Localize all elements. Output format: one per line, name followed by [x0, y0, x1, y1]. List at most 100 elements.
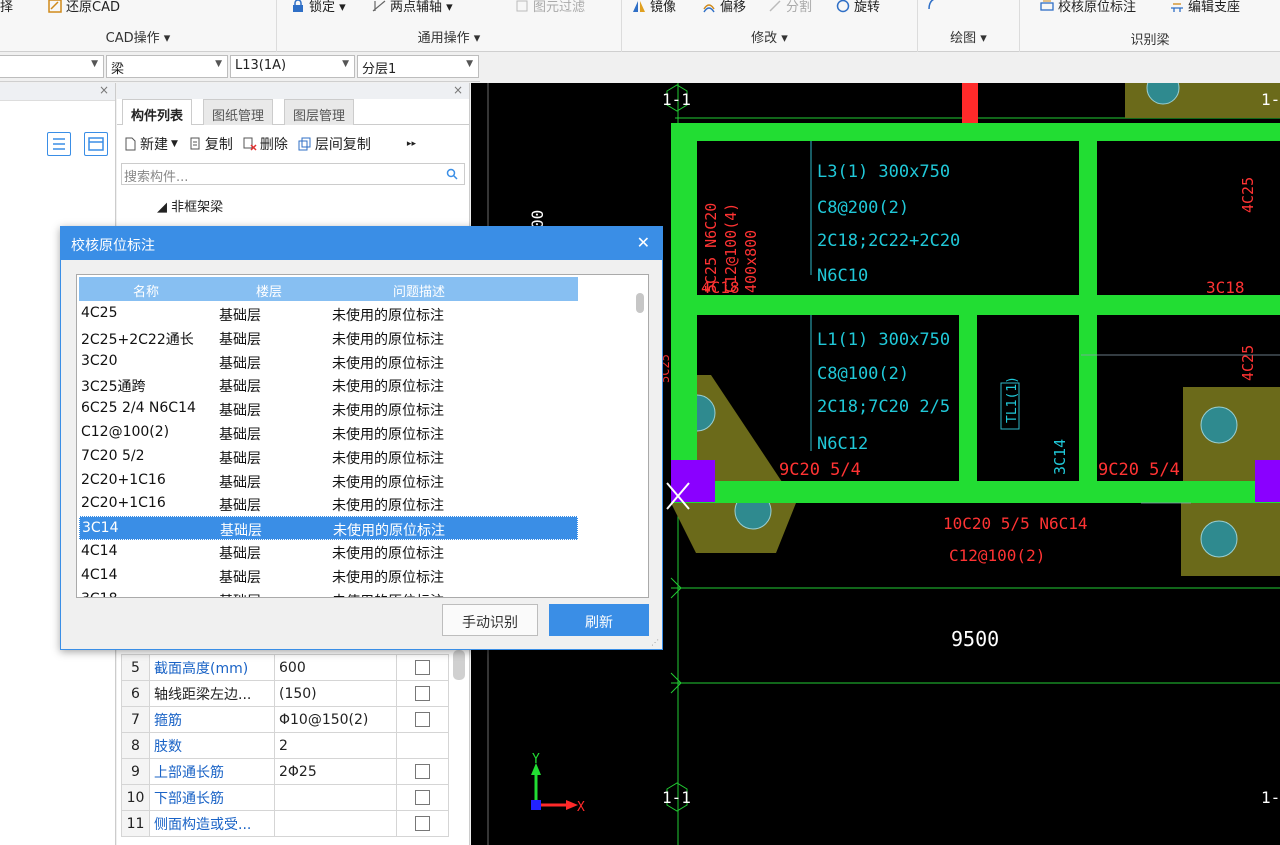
list-item-name: 4C25 — [81, 305, 118, 321]
element-filter-button[interactable]: 图元过滤 — [515, 0, 585, 15]
list-item-name: C12@100(2) — [81, 424, 170, 440]
list-item[interactable]: 3C20 基础层 未使用的原位标注 — [79, 350, 578, 374]
prop-value[interactable]: Φ10@150(2) — [274, 706, 397, 733]
prop-value[interactable]: (150) — [274, 680, 397, 707]
search-input[interactable]: 搜索构件... — [121, 163, 465, 185]
table-row: 6 轴线距梁左边... (150) — [121, 680, 449, 707]
delete-button[interactable]: 删除 — [243, 134, 288, 154]
more-icon[interactable]: ▸▸ — [407, 139, 416, 149]
label-9c20-right: 9C20 5/4 — [1098, 460, 1180, 480]
close-icon[interactable]: ✕ — [637, 233, 650, 252]
list-scrollbar[interactable] — [636, 293, 644, 313]
prop-value[interactable]: 2Φ25 — [274, 758, 397, 785]
delete-icon — [243, 137, 257, 151]
chevron-down-icon: ▼ — [171, 139, 178, 149]
manual-identify-button[interactable]: 手动识别 — [442, 604, 538, 636]
select-button[interactable]: 择 — [0, 0, 13, 15]
list-item-floor: 基础层 — [219, 308, 261, 324]
split-icon — [769, 0, 781, 12]
restore-cad-button[interactable]: 还原CAD — [48, 0, 120, 15]
panel-tabs: 构件列表 图纸管理 图层管理 — [117, 99, 469, 125]
list-item-floor: 基础层 — [219, 331, 261, 348]
tab-component-list[interactable]: 构件列表 — [122, 99, 193, 125]
resize-grip-icon[interactable]: ⋰ — [651, 638, 659, 647]
column-header-desc[interactable]: 问题描述 — [393, 281, 445, 300]
copy-button[interactable]: 复制 — [188, 134, 233, 154]
floor-copy-button[interactable]: 层间复制 — [298, 134, 371, 154]
prop-checkbox[interactable] — [415, 816, 430, 831]
lock-button[interactable]: 锁定 ▾ — [291, 0, 346, 15]
list-item[interactable]: 4C14 基础层 未使用的原位标注 — [79, 564, 578, 588]
dialog-title-bar[interactable]: 校核原位标注 ✕ — [61, 227, 662, 260]
prop-checkbox[interactable] — [415, 660, 430, 675]
list-item-name: 2C20+1C16 — [81, 471, 166, 488]
table-row: 5 截面高度(mm) 600 — [121, 654, 449, 681]
purple-column — [1255, 460, 1280, 502]
tab-layer-manage[interactable]: 图层管理 — [284, 99, 355, 125]
rotate-button[interactable]: 旋转 — [836, 0, 880, 15]
check-annotation-icon — [1040, 0, 1054, 11]
list-item[interactable]: 3C25通跨 基础层 未使用的原位标注 — [79, 373, 578, 397]
svg-text:N6C12: N6C12 — [817, 434, 868, 454]
list-item[interactable]: 6C25 2/4 N6C14 基础层 未使用的原位标注 — [79, 397, 578, 421]
list-item[interactable]: 2C25+2C22通长 基础层 未使用的原位标注 — [79, 326, 578, 350]
prop-value[interactable]: 2 — [274, 732, 397, 759]
new-button[interactable]: 新建 ▼ — [123, 134, 178, 154]
arc-icon — [928, 0, 934, 10]
mirror-button[interactable]: 镜像 — [632, 0, 676, 15]
list-view-button[interactable] — [47, 132, 71, 156]
property-scrollbar[interactable] — [453, 650, 465, 680]
prop-checkbox[interactable] — [415, 790, 430, 805]
svg-text:400x800: 400x800 — [742, 230, 760, 293]
twopoint-axis-button[interactable]: 两点辅轴 ▾ — [372, 0, 453, 15]
tab-drawing-manage[interactable]: 图纸管理 — [203, 99, 274, 125]
common-ops-label[interactable]: 通用操作 ▾ — [277, 27, 621, 46]
prop-checkbox[interactable] — [415, 764, 430, 779]
grid-view-button[interactable] — [84, 132, 108, 156]
column-header-floor[interactable]: 楼层 — [256, 281, 282, 300]
prop-checkbox[interactable] — [415, 686, 430, 701]
svg-text:C8@100(2): C8@100(2) — [817, 364, 909, 384]
property-grid: 5 截面高度(mm) 600 6 轴线距梁左边... (150) 7 箍筋 Φ10@150(… — [121, 654, 449, 837]
new-file-icon — [125, 137, 136, 151]
refresh-button[interactable]: 刷新 — [549, 604, 649, 636]
draw-label[interactable]: 绘图 ▾ — [918, 27, 1019, 46]
table-row: 7 箍筋 Φ10@150(2) — [121, 706, 449, 733]
list-item[interactable]: 4C25 基础层 未使用的原位标注 — [79, 302, 578, 326]
list-item[interactable]: 2C20+1C16 基础层 未使用的原位标注 — [79, 469, 578, 493]
label-4c18: 4C18 — [701, 278, 740, 297]
restore-cad-icon — [48, 0, 62, 13]
cad-ops-label[interactable]: CAD操作 ▾ — [0, 27, 276, 46]
layer-select[interactable]: 分层1 ▼ — [357, 55, 479, 78]
table-row: 11 侧面构造或受... — [121, 810, 449, 837]
column-header-name[interactable]: 名称 — [133, 281, 159, 300]
list-item[interactable]: 4C14 基础层 未使用的原位标注 — [79, 540, 578, 564]
list-item[interactable]: 3C18 基础层 未使用的原位标注 — [79, 588, 578, 597]
offset-button[interactable]: 偏移 — [702, 0, 746, 15]
modify-label[interactable]: 修改 ▾ — [622, 27, 917, 46]
prop-value[interactable] — [274, 784, 397, 811]
list-item-desc: 未使用的原位标注 — [332, 331, 444, 348]
beam-l1-annotation: L1(1) 300x750 C8@100(2) 2C18;7C20 2/5 N6… — [817, 330, 950, 454]
member-select[interactable]: L13(1A) ▼ — [230, 55, 355, 78]
list-item[interactable]: 2C20+1C16 基础层 未使用的原位标注 — [79, 492, 578, 516]
check-annotation-button[interactable]: 校核原位标注 — [1040, 0, 1136, 15]
prop-value[interactable]: 600 — [274, 654, 397, 681]
split-button[interactable]: 分割 — [768, 0, 812, 15]
type-select[interactable]: 梁 ▼ — [106, 55, 228, 78]
pile-circle — [1200, 520, 1238, 558]
offset-icon — [703, 3, 715, 12]
list-item[interactable]: 7C20 5/2 基础层 未使用的原位标注 — [79, 445, 578, 469]
prop-checkbox[interactable] — [415, 712, 430, 727]
close-icon[interactable]: × — [453, 83, 463, 97]
list-item-floor: 基础层 — [219, 355, 261, 372]
edit-support-button[interactable]: 编辑支座 — [1170, 0, 1240, 15]
close-icon[interactable]: × — [99, 83, 109, 97]
prop-value[interactable] — [274, 810, 397, 837]
tree-node-nonframe-beam[interactable]: ◢ 非框架梁 — [157, 196, 223, 215]
list-item-name: 6C25 2/4 N6C14 — [81, 400, 196, 417]
list-item[interactable]: C12@100(2) 基础层 未使用的原位标注 — [79, 421, 578, 445]
draw-arc-button[interactable] — [926, 0, 940, 10]
list-item[interactable]: 3C14 基础层 未使用的原位标注 — [79, 516, 578, 541]
category-select[interactable]: ▼ — [0, 55, 104, 78]
